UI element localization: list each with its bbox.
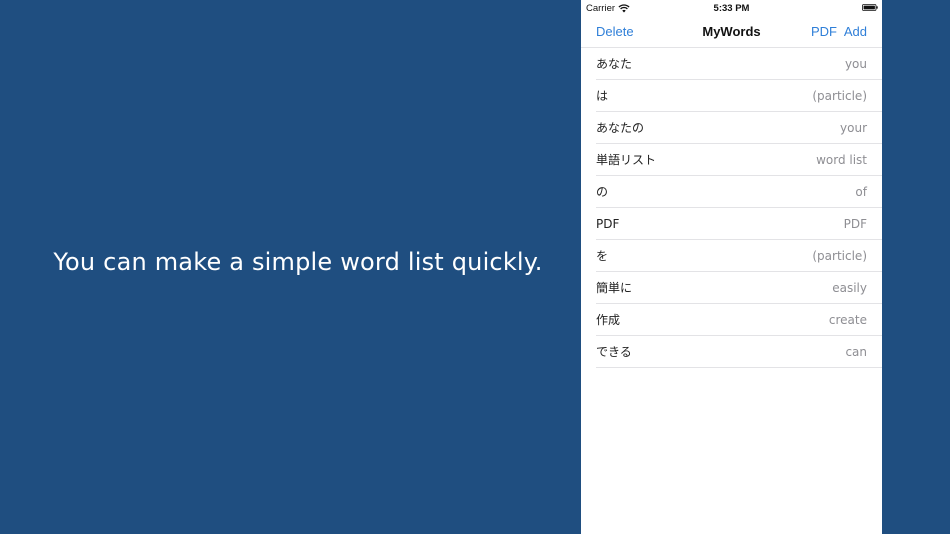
word-list: あなた you は (particle) あなたの your 単語リスト wor… — [581, 48, 882, 368]
list-item[interactable]: の of — [596, 176, 882, 208]
word-meaning: (particle) — [812, 248, 867, 263]
navigation-bar: Delete MyWords PDF Add — [581, 16, 882, 48]
phone-screen: Carrier 5:33 PM Delete MyWords PDF Add あ… — [581, 0, 882, 534]
status-time: 5:33 PM — [713, 3, 750, 14]
list-item[interactable]: 作成 create — [596, 304, 882, 336]
list-item[interactable]: は (particle) — [596, 80, 882, 112]
list-item[interactable]: できる can — [596, 336, 882, 368]
word-term: の — [596, 185, 609, 199]
word-meaning: word list — [816, 152, 867, 167]
word-meaning: create — [828, 312, 867, 327]
promo-caption: You can make a simple word list quickly. — [53, 248, 543, 276]
list-item[interactable]: を (particle) — [596, 240, 882, 272]
word-term: あなた — [596, 57, 633, 71]
word-term: PDF — [596, 216, 620, 231]
word-meaning: (particle) — [812, 88, 867, 103]
word-term: 作成 — [596, 313, 621, 327]
status-bar: Carrier 5:33 PM — [581, 0, 882, 16]
delete-button[interactable]: Delete — [596, 24, 634, 39]
word-meaning: can — [845, 344, 867, 359]
word-meaning: easily — [832, 280, 867, 295]
word-meaning: your — [840, 120, 867, 135]
list-item[interactable]: PDF PDF — [596, 208, 882, 240]
list-item[interactable]: 単語リスト word list — [596, 144, 882, 176]
word-meaning: of — [855, 184, 867, 199]
word-meaning: PDF — [843, 216, 867, 231]
word-term: 簡単に — [596, 281, 633, 295]
add-button[interactable]: Add — [844, 24, 867, 39]
word-term: を — [596, 249, 609, 263]
list-item[interactable]: 簡単に easily — [596, 272, 882, 304]
list-item[interactable]: あなた you — [596, 48, 882, 80]
list-item[interactable]: あなたの your — [596, 112, 882, 144]
word-term: あなたの — [596, 121, 645, 135]
word-term: 単語リスト — [596, 153, 657, 167]
word-term: は — [596, 89, 609, 103]
pdf-button[interactable]: PDF — [811, 24, 837, 39]
word-term: できる — [596, 345, 632, 359]
word-meaning: you — [844, 56, 867, 71]
battery-icon — [862, 4, 878, 11]
